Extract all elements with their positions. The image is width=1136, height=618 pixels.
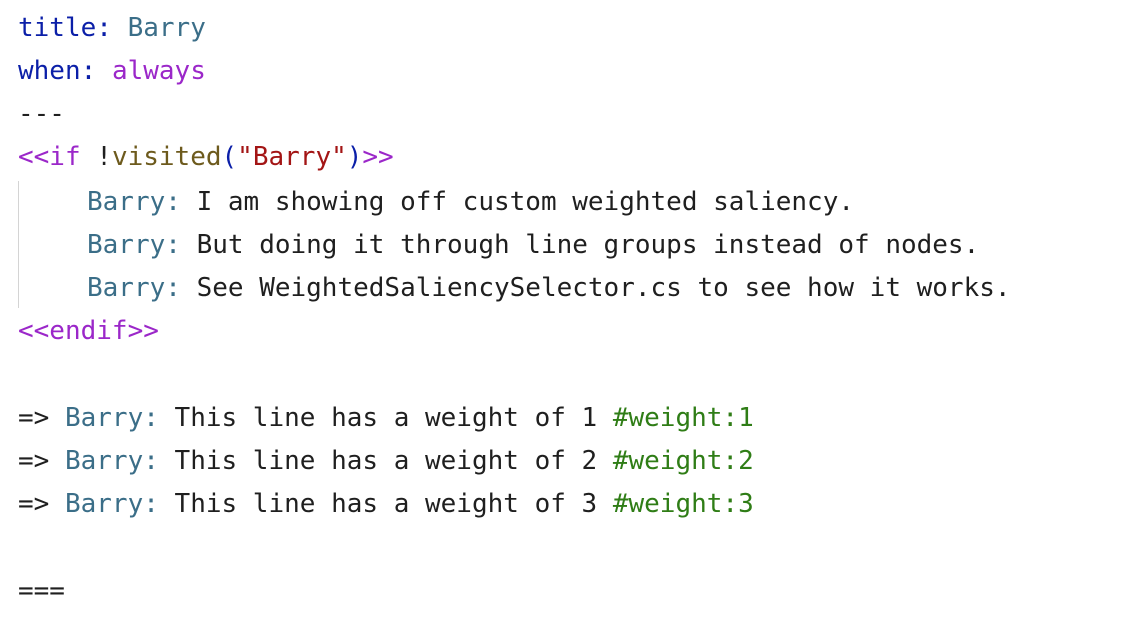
weight-tag: #weight:2 xyxy=(612,446,754,476)
line-group-arrow: => xyxy=(18,446,65,476)
if-function: visited xyxy=(111,142,222,172)
line-group-item: => Barry: This line has a weight of 1 #w… xyxy=(18,397,754,440)
title-value: Barry xyxy=(127,13,206,43)
speaker-name: Barry: xyxy=(64,403,159,433)
if-open-line: <<if !visited("Barry")>> xyxy=(18,136,394,179)
code-editor[interactable]: title: Barry when: always --- <<if !visi… xyxy=(0,0,1136,618)
header-separator: --- xyxy=(18,99,65,129)
speaker-name: Barry: xyxy=(87,187,181,217)
when-line: when: always xyxy=(18,50,206,93)
when-value: always xyxy=(111,56,206,86)
dialogue-text: But doing it through line groups instead… xyxy=(180,230,980,260)
if-open-prefix: <<if xyxy=(18,142,97,172)
weight-tag: #weight:1 xyxy=(612,403,754,433)
speaker-name: Barry: xyxy=(64,489,159,519)
speaker-name: Barry: xyxy=(87,230,181,260)
if-open-suffix: >> xyxy=(362,142,394,172)
dialogue-text: See WeightedSaliencySelector.cs to see h… xyxy=(180,273,1011,303)
endif-line: <<endif>> xyxy=(18,316,159,346)
if-paren-open: ( xyxy=(221,142,238,172)
title-line: title: Barry xyxy=(18,7,206,50)
weight-tag: #weight:3 xyxy=(612,489,754,519)
title-key: title: xyxy=(18,13,112,43)
speaker-name: Barry: xyxy=(87,273,181,303)
line-group-arrow: => xyxy=(18,403,65,433)
if-bang: ! xyxy=(96,142,112,172)
if-argument: "Barry" xyxy=(237,142,347,172)
dialogue-text: This line has a weight of 2 xyxy=(158,446,613,476)
if-dialogue-line: Barry: I am showing off custom weighted … xyxy=(87,181,854,224)
if-paren-close: ) xyxy=(346,142,363,172)
line-group-arrow: => xyxy=(18,489,65,519)
line-group-item: => Barry: This line has a weight of 2 #w… xyxy=(18,440,754,483)
dialogue-text: I am showing off custom weighted salienc… xyxy=(180,187,855,217)
dialogue-text: This line has a weight of 3 xyxy=(158,489,613,519)
if-dialogue-line: Barry: But doing it through line groups … xyxy=(87,224,979,267)
line-group-item: => Barry: This line has a weight of 3 #w… xyxy=(18,483,754,526)
when-key: when: xyxy=(18,56,97,86)
speaker-name: Barry: xyxy=(64,446,159,476)
node-end-marker: === xyxy=(18,576,65,606)
indent-guide xyxy=(18,181,19,308)
dialogue-text: This line has a weight of 1 xyxy=(158,403,613,433)
if-dialogue-line: Barry: See WeightedSaliencySelector.cs t… xyxy=(87,267,1011,310)
